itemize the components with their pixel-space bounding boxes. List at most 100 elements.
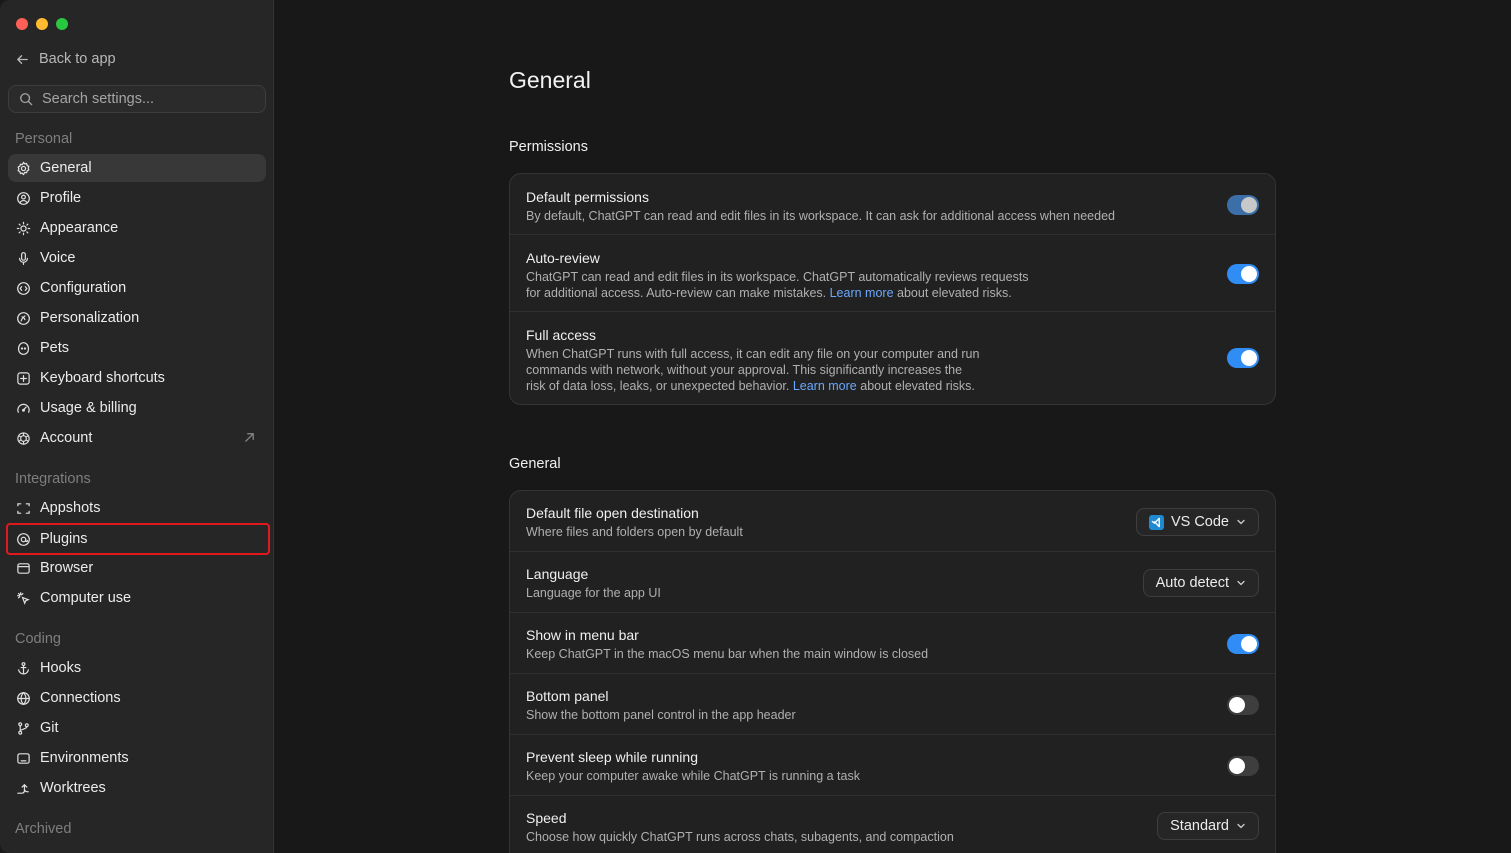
sidebar-item-appearance[interactable]: Appearance bbox=[8, 214, 266, 242]
sidebar-item-worktrees[interactable]: Worktrees bbox=[8, 774, 266, 802]
sun-icon bbox=[16, 221, 31, 236]
git-branch-icon bbox=[16, 721, 31, 736]
setting-row-default-permissions: Default permissions By default, ChatGPT … bbox=[510, 174, 1275, 235]
search-settings[interactable] bbox=[8, 85, 266, 113]
vscode-icon bbox=[1148, 514, 1164, 530]
sidebar-item-label: Git bbox=[40, 720, 59, 736]
description-line: When ChatGPT runs with full access, it c… bbox=[526, 347, 980, 361]
close-window-button[interactable] bbox=[16, 18, 28, 30]
gear-icon bbox=[16, 161, 31, 176]
language-select[interactable]: Auto detect bbox=[1142, 569, 1259, 597]
speed-select[interactable]: Standard bbox=[1157, 812, 1259, 840]
sidebar-item-profile[interactable]: Profile bbox=[8, 184, 266, 212]
prevent-sleep-toggle[interactable] bbox=[1227, 756, 1259, 776]
sidebar-item-label: Browser bbox=[40, 560, 94, 576]
sidebar-item-configuration[interactable]: Configuration bbox=[8, 274, 266, 302]
sidebar-item-keyboard-shortcuts[interactable]: Keyboard shortcuts bbox=[8, 364, 266, 392]
sidebar-item-pets[interactable]: Pets bbox=[8, 334, 266, 362]
environment-icon bbox=[16, 751, 31, 766]
microphone-icon bbox=[16, 251, 31, 266]
learn-more-link[interactable]: Learn more bbox=[830, 286, 894, 300]
setting-description: Choose how quickly ChatGPT runs across c… bbox=[526, 830, 954, 844]
zoom-window-button[interactable] bbox=[56, 18, 68, 30]
full-access-toggle[interactable] bbox=[1227, 348, 1259, 368]
sidebar-item-voice[interactable]: Voice bbox=[8, 244, 266, 272]
search-input[interactable] bbox=[42, 91, 242, 107]
setting-row-speed: Speed Choose how quickly ChatGPT runs ac… bbox=[510, 796, 1275, 853]
description-line: about elevated risks. bbox=[856, 379, 975, 394]
browser-window-icon bbox=[16, 561, 31, 576]
sidebar-item-label: Account bbox=[40, 430, 93, 446]
group-label-archived: Archived bbox=[15, 821, 72, 837]
file-open-destination-select[interactable]: VS Code bbox=[1135, 508, 1259, 536]
setting-title: Default permissions bbox=[526, 189, 649, 205]
setting-title: Prevent sleep while running bbox=[526, 749, 698, 765]
sidebar-item-computer-use[interactable]: Computer use bbox=[8, 584, 266, 612]
sidebar-item-label: Appearance bbox=[40, 220, 119, 236]
chevron-down-icon bbox=[1237, 823, 1245, 829]
chevron-down-icon bbox=[1237, 580, 1245, 586]
search-icon bbox=[20, 93, 33, 106]
description-line: ChatGPT can read and edit files in its w… bbox=[526, 270, 1029, 284]
settings-main: General Permissions Default permissions … bbox=[275, 0, 1511, 853]
auto-review-toggle[interactable] bbox=[1227, 264, 1259, 284]
back-to-app-label: Back to app bbox=[39, 51, 116, 67]
learn-more-link[interactable]: Learn more bbox=[793, 379, 857, 393]
show-in-menu-bar-toggle[interactable] bbox=[1227, 634, 1259, 654]
personalization-icon bbox=[16, 311, 31, 326]
setting-title: Show in menu bar bbox=[526, 627, 639, 643]
default-permissions-toggle[interactable] bbox=[1227, 195, 1259, 215]
sidebar-item-label: Plugins bbox=[40, 531, 88, 547]
screenshot-frame-icon bbox=[16, 501, 31, 516]
minimize-window-button[interactable] bbox=[36, 18, 48, 30]
setting-row-language: Language Language for the app UI Auto de… bbox=[510, 552, 1275, 613]
setting-row-file-open-destination: Default file open destination Where file… bbox=[510, 491, 1275, 552]
sidebar-item-label: Computer use bbox=[40, 590, 132, 606]
permissions-heading: Permissions bbox=[509, 139, 588, 155]
chevron-down-icon bbox=[1237, 519, 1245, 525]
setting-row-show-in-menu-bar: Show in menu bar Keep ChatGPT in the mac… bbox=[510, 613, 1275, 674]
sidebar-item-label: Hooks bbox=[40, 660, 82, 676]
sidebar-item-general[interactable]: General bbox=[8, 154, 266, 182]
description-line: risk of data loss, leaks, or unexpected … bbox=[526, 379, 793, 394]
sidebar-item-label: Voice bbox=[40, 250, 76, 266]
user-circle-icon bbox=[16, 191, 31, 206]
sidebar-item-hooks[interactable]: Hooks bbox=[8, 654, 266, 682]
pet-icon bbox=[16, 341, 31, 356]
description-line: commands with network, without your appr… bbox=[526, 363, 963, 378]
sidebar-item-usage-billing[interactable]: Usage & billing bbox=[8, 394, 266, 422]
openai-logo-icon bbox=[16, 431, 31, 446]
sidebar-item-account[interactable]: Account bbox=[8, 424, 266, 452]
setting-description: By default, ChatGPT can read and edit fi… bbox=[526, 209, 1115, 223]
sidebar-item-label: Appshots bbox=[40, 500, 101, 516]
select-value: VS Code bbox=[1170, 514, 1229, 530]
sidebar-item-label: Environments bbox=[40, 750, 129, 766]
sidebar-item-label: Keyboard shortcuts bbox=[40, 370, 165, 386]
sidebar-item-browser[interactable]: Browser bbox=[8, 554, 266, 582]
group-label-personal: Personal bbox=[15, 131, 73, 147]
setting-description: Keep your computer awake while ChatGPT i… bbox=[526, 769, 860, 783]
back-to-app-button[interactable]: Back to app bbox=[15, 51, 116, 67]
sidebar-item-environments[interactable]: Environments bbox=[8, 744, 266, 772]
arrow-left-icon bbox=[17, 54, 28, 64]
setting-row-prevent-sleep: Prevent sleep while running Keep your co… bbox=[510, 735, 1275, 796]
setting-description: Show the bottom panel control in the app… bbox=[526, 708, 796, 722]
sidebar-item-label: General bbox=[40, 160, 92, 176]
sidebar-item-git[interactable]: Git bbox=[8, 714, 266, 742]
keyboard-shortcut-icon bbox=[16, 371, 31, 386]
setting-description: Keep ChatGPT in the macOS menu bar when … bbox=[526, 647, 929, 661]
permissions-card: Default permissions By default, ChatGPT … bbox=[509, 173, 1276, 405]
setting-title: Auto-review bbox=[526, 250, 600, 266]
sidebar-item-label: Configuration bbox=[40, 280, 127, 296]
window-controls bbox=[16, 18, 68, 30]
group-label-integrations: Integrations bbox=[15, 471, 91, 487]
bottom-panel-toggle[interactable] bbox=[1227, 695, 1259, 715]
sidebar-item-appshots[interactable]: Appshots bbox=[8, 494, 266, 522]
setting-description: ChatGPT can read and edit files in its w… bbox=[526, 269, 1259, 301]
sidebar-item-plugins[interactable]: Plugins bbox=[6, 523, 270, 555]
sidebar-item-connections[interactable]: Connections bbox=[8, 684, 266, 712]
select-value: Standard bbox=[1170, 818, 1229, 834]
sidebar-item-personalization[interactable]: Personalization bbox=[8, 304, 266, 332]
select-value: Auto detect bbox=[1155, 575, 1229, 591]
gauge-icon bbox=[16, 401, 31, 416]
